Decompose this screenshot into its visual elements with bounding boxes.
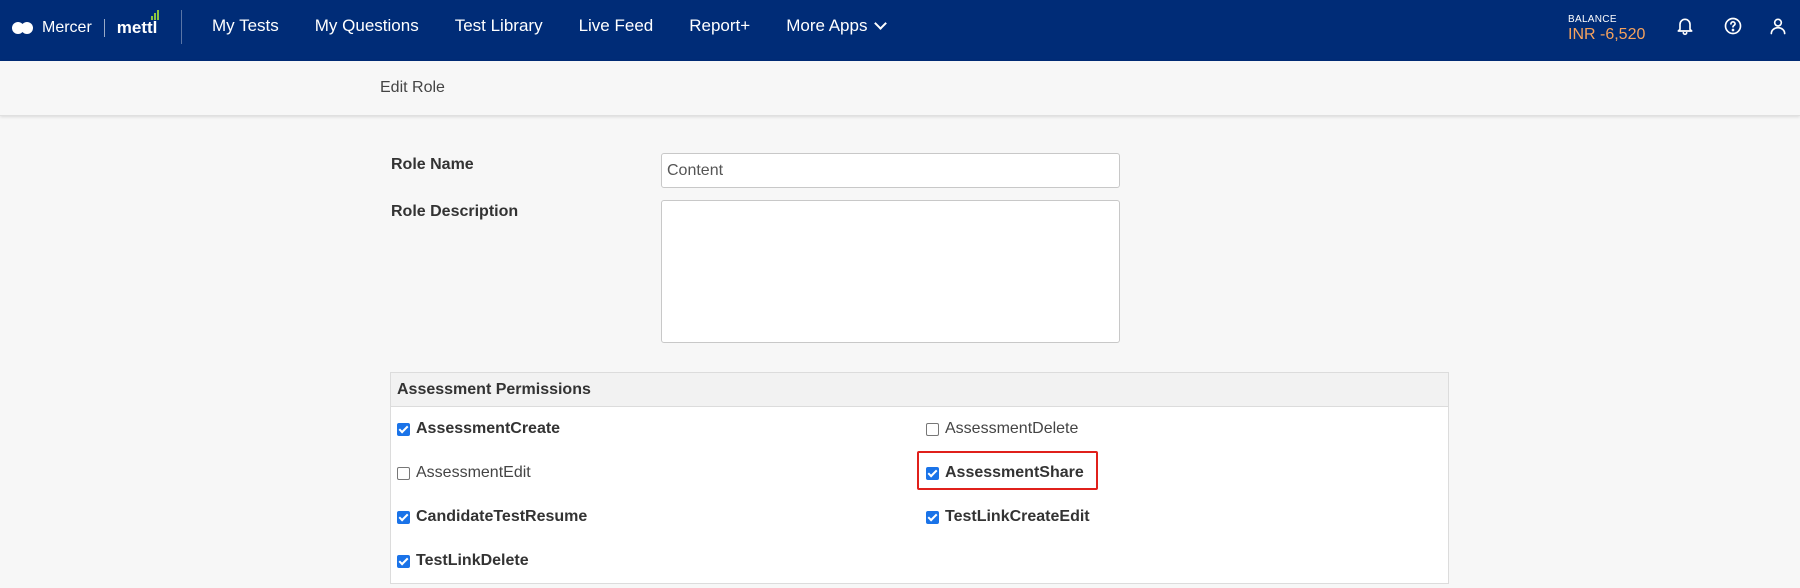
checkbox-checked-icon[interactable]	[397, 422, 410, 436]
perm-label: TestLinkDelete	[416, 552, 529, 569]
user-icon[interactable]	[1766, 14, 1790, 38]
nav-my-tests[interactable]: My Tests	[212, 16, 279, 36]
checkbox-checked-icon[interactable]	[926, 510, 939, 524]
product-name: mettl	[116, 10, 160, 38]
highlight-box	[917, 451, 1098, 490]
main-nav: My Tests My Questions Test Library Live …	[212, 0, 888, 52]
balance-display: BALANCE INR -6,520	[1568, 14, 1645, 44]
role-description-label: Role Description	[391, 203, 519, 220]
mercer-logo-icon	[12, 21, 34, 35]
balance-value: INR -6,520	[1568, 26, 1646, 43]
nav-live-feed[interactable]: Live Feed	[579, 16, 654, 36]
bell-icon[interactable]	[1673, 14, 1697, 38]
perm-label: AssessmentCreate	[416, 420, 561, 437]
perm-assessment-edit[interactable]: AssessmentEdit	[397, 464, 531, 482]
page-title: Edit Role	[380, 79, 445, 96]
top-navigation-bar: Mercer mettl My Tests My Questions Test …	[0, 0, 1800, 61]
nav-divider	[181, 10, 182, 44]
checkbox-unchecked-icon[interactable]	[397, 466, 410, 480]
chevron-down-icon	[874, 17, 888, 30]
nav-report-plus[interactable]: Report+	[689, 16, 750, 36]
nav-my-questions[interactable]: My Questions	[315, 16, 419, 36]
perm-assessment-delete[interactable]: AssessmentDelete	[926, 420, 1078, 438]
page-subheader: Edit Role	[0, 61, 1800, 116]
mettl-bars-icon	[151, 10, 160, 20]
perm-label: AssessmentDelete	[945, 420, 1079, 437]
perm-candidate-test-resume[interactable]: CandidateTestResume	[397, 508, 587, 526]
logo-divider	[103, 19, 105, 37]
perm-label: CandidateTestResume	[416, 508, 588, 525]
nav-more-apps[interactable]: More Apps	[786, 16, 888, 36]
checkbox-unchecked-icon[interactable]	[926, 422, 939, 436]
perm-label: AssessmentEdit	[416, 464, 531, 481]
role-name-label: Role Name	[391, 156, 474, 173]
role-name-input[interactable]	[661, 153, 1120, 188]
help-icon[interactable]	[1721, 14, 1745, 38]
role-description-textarea[interactable]	[661, 200, 1120, 343]
checkbox-checked-icon[interactable]	[397, 510, 410, 524]
perm-test-link-create-edit[interactable]: TestLinkCreateEdit	[926, 508, 1090, 526]
checkbox-checked-icon[interactable]	[397, 554, 410, 568]
balance-label: BALANCE	[1568, 14, 1617, 25]
permissions-title: Assessment Permissions	[391, 373, 1448, 407]
perm-label: TestLinkCreateEdit	[945, 508, 1090, 525]
brand-name: Mercer	[42, 19, 92, 36]
perm-assessment-create[interactable]: AssessmentCreate	[397, 420, 560, 438]
product-name-text: mettl	[116, 18, 158, 37]
nav-more-apps-label: More Apps	[786, 16, 868, 35]
mercer-mettl-logo[interactable]: Mercer mettl	[12, 10, 160, 42]
nav-test-library[interactable]: Test Library	[455, 16, 543, 36]
perm-test-link-delete[interactable]: TestLinkDelete	[397, 552, 529, 570]
